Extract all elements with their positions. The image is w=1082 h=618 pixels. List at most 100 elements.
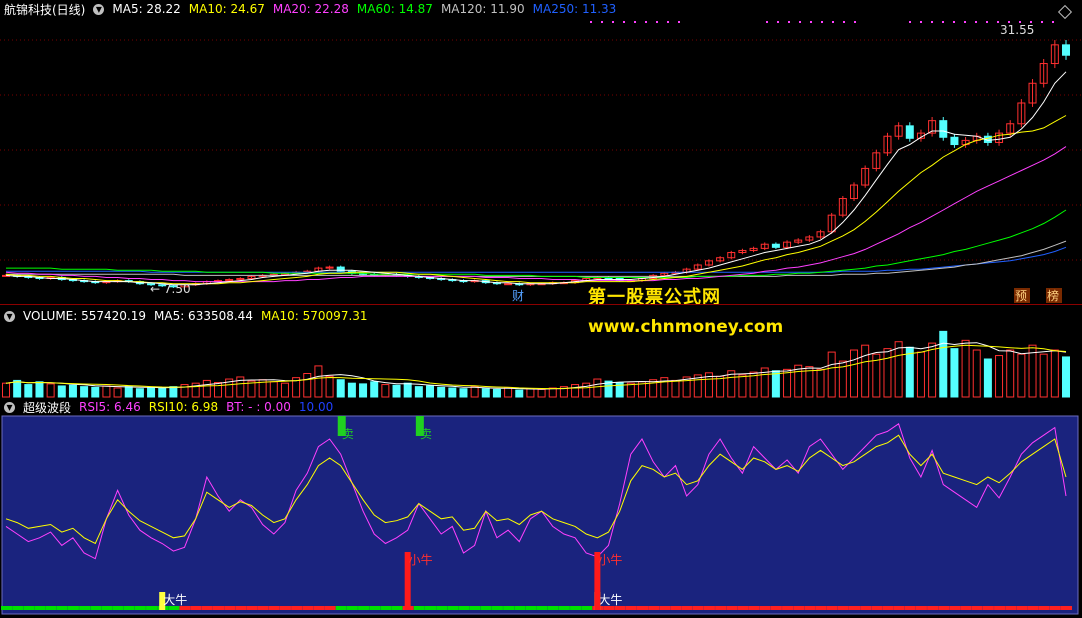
volume-bar (336, 379, 345, 398)
state-strip-segment (447, 606, 459, 610)
volume-dropdown-icon[interactable]: ▾ (4, 310, 15, 322)
small-bull-signal-label: 小牛 (598, 552, 622, 567)
volume-bar (303, 373, 312, 398)
state-strip-segment (56, 606, 68, 610)
indicator-header: ▾ 超级波段 RSI5: 6.46 RSI10: 6.98 BT: - : 0.00… (4, 398, 333, 416)
state-strip-segment (101, 606, 113, 610)
state-strip-segment (826, 606, 838, 610)
signal-dot (843, 21, 845, 23)
signal-dot (821, 21, 823, 23)
state-strip-segment (748, 606, 760, 610)
volume-bar (492, 388, 501, 398)
signal-dot (920, 21, 922, 23)
state-strip-segment (782, 606, 794, 610)
volume-bar (504, 387, 513, 398)
state-strip-segment (793, 606, 805, 610)
state-strip-segment (1061, 606, 1072, 610)
stock-title: 航锦科技(日线) (4, 2, 86, 17)
state-strip-segment (112, 606, 124, 610)
state-strip-segment (491, 606, 503, 610)
signal-dot (645, 21, 647, 23)
volume-bar (1017, 353, 1026, 398)
state-strip-segment (469, 606, 481, 610)
state-strip-segment (659, 606, 671, 610)
state-strip-segment (413, 606, 425, 610)
state-strip-segment (726, 606, 738, 610)
volume-bar (916, 351, 925, 398)
ma-legend-item: MA20: 22.28 (272, 2, 349, 16)
signal-dot (667, 21, 669, 23)
signal-dot (634, 21, 636, 23)
price-panel: 航锦科技(日线) ▾ MA5: 28.22 MA10: 24.67 MA20: 22… (0, 0, 1082, 304)
signal-dot (986, 21, 988, 23)
indicator-legend-item: RSI5: 6.46 (79, 400, 141, 414)
signal-dot (942, 21, 944, 23)
state-strip-segment (770, 606, 782, 610)
state-strip-segment (692, 606, 704, 610)
signal-dot (997, 21, 999, 23)
state-strip-segment (213, 606, 224, 610)
signal-dot (909, 21, 911, 23)
volume-legend-item: MA5: 633508.44 (154, 309, 253, 323)
volume-bar (850, 349, 858, 398)
volume-bar (459, 388, 468, 398)
state-strip-segment (558, 606, 570, 610)
small-bull-signal-label: 小牛 (409, 552, 433, 567)
volume-bar (124, 386, 133, 398)
state-strip-segment (480, 606, 492, 610)
volume-bar (1006, 349, 1015, 398)
dropdown-icon[interactable]: ▾ (93, 3, 105, 15)
volume-bar (202, 379, 211, 398)
signal-dot (656, 21, 658, 23)
big-bull-signal-label: 大牛 (598, 592, 622, 607)
signal-dot (678, 21, 680, 23)
volume-panel: ▾ VOLUME: 557420.19 MA5: 633508.44 MA10: 5… (0, 304, 1082, 399)
volume-bar (91, 386, 100, 398)
indicator-title: 超级波段 (23, 400, 72, 415)
state-strip-segment (871, 606, 883, 610)
volume-bar (135, 388, 144, 398)
state-strip-segment (224, 606, 236, 610)
volume-bar (269, 381, 278, 398)
state-strip-segment (1038, 606, 1050, 610)
candle-body (950, 136, 959, 146)
signal-dot (1052, 21, 1054, 23)
ma5-line (5, 71, 1067, 286)
state-strip-segment (648, 606, 660, 610)
indicator-background (1, 415, 1079, 615)
volume-bar (35, 381, 44, 398)
state-strip-segment (581, 606, 593, 610)
state-strip-segment (436, 606, 448, 610)
state-strip-segment (235, 606, 247, 610)
indicator-panel: ▾ 超级波段 RSI5: 6.46 RSI10: 6.98 BT: - : 0.00… (0, 398, 1082, 618)
indicator-legend-item: 10.00 (298, 400, 334, 414)
indicator-dropdown-icon[interactable]: ▾ (4, 401, 15, 413)
volume-bar (426, 385, 434, 398)
volume-bar (816, 368, 825, 398)
high-price-label: 31.55 (1000, 23, 1034, 37)
forecast-marker: 预 (1015, 289, 1027, 303)
volume-bar (928, 342, 937, 398)
volume-bar (158, 387, 167, 398)
volume-bar (314, 365, 323, 398)
state-strip-segment (715, 606, 727, 610)
volume-legend: VOLUME: 557420.19 MA5: 633508.44 MA10: 570… (23, 309, 368, 323)
state-strip-segment (302, 606, 314, 610)
volume-bar (214, 381, 222, 398)
signal-dot (590, 21, 592, 23)
state-strip-segment (882, 606, 894, 610)
state-strip-segment (1027, 606, 1039, 610)
indicator-chart: 卖 卖大牛 大牛 小牛 小牛 (1, 415, 1079, 615)
state-strip-segment (938, 606, 950, 610)
volume-bar (537, 388, 546, 398)
volume-bar (716, 375, 725, 398)
state-strip-segment (971, 606, 983, 610)
volume-bar (169, 386, 178, 398)
volume-bar (414, 386, 423, 398)
sell-signal-label: 卖 (342, 427, 354, 441)
volume-bar (46, 383, 55, 398)
candle-body (1062, 44, 1070, 56)
volume-bar (905, 346, 914, 398)
signal-dot (931, 21, 933, 23)
state-strip-segment (982, 606, 994, 610)
